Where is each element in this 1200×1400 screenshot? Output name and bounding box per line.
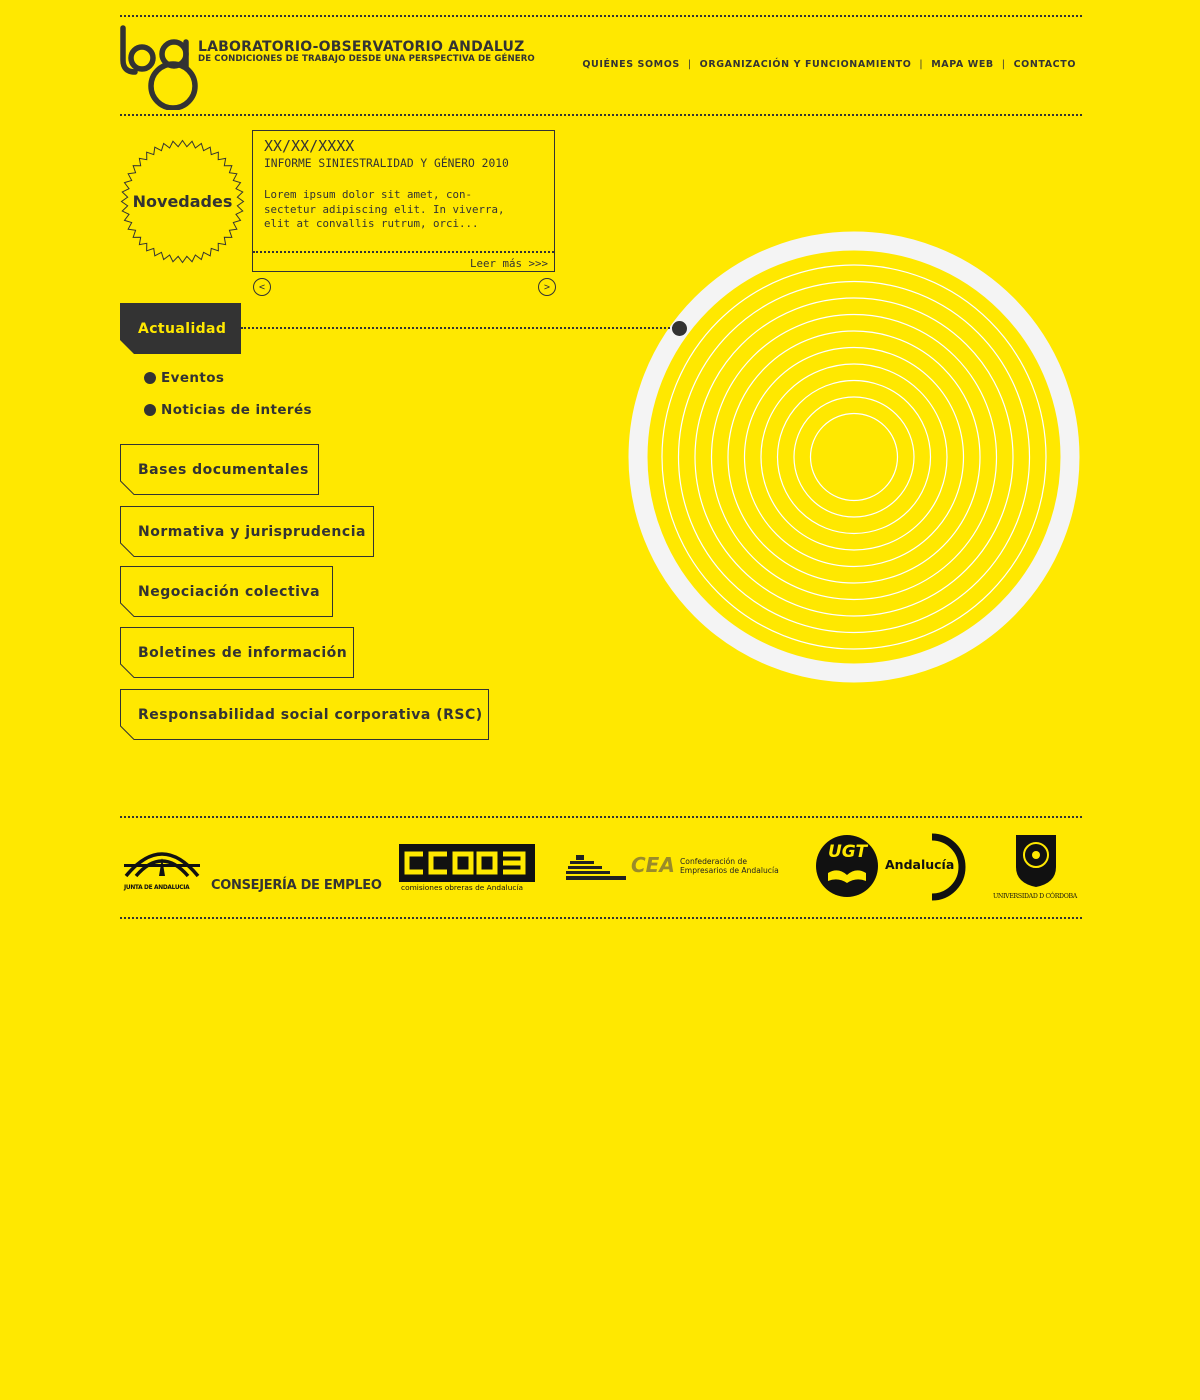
nav-quienes-somos[interactable]: QUIÉNES SOMOS [582, 59, 680, 70]
news-divider [253, 251, 554, 253]
tab-actualidad[interactable]: Actualidad [120, 303, 241, 354]
subitem-label: Noticias de interés [161, 402, 312, 418]
concentric-ring [677, 280, 1031, 634]
read-more-link[interactable]: Leer más >>> [470, 257, 548, 270]
concentric-ring [661, 264, 1047, 650]
site-title: LABORATORIO-OBSERVATORIO ANDALUZ [198, 39, 525, 55]
section-label: Bases documentales [138, 461, 309, 478]
nav-separator: | [919, 59, 924, 70]
universidad-cordoba-shield-icon[interactable] [1012, 831, 1060, 889]
cea-building-icon[interactable] [566, 855, 630, 885]
ccoo-logo[interactable] [399, 844, 535, 882]
next-news-button[interactable]: > [538, 278, 556, 296]
concentric-ring [710, 313, 998, 601]
concentric-ring [793, 396, 915, 518]
section-bases-documentales[interactable]: Bases documentales [120, 444, 319, 495]
universidad-cordoba-caption: UNIVERSIDAD D CÓRDOBA [993, 893, 1077, 900]
nav-mapa-web[interactable]: MAPA WEB [931, 59, 994, 70]
subitem-noticias[interactable]: Noticias de interés [144, 402, 312, 418]
section-rsc[interactable]: Responsabilidad social corporativa (RSC) [120, 689, 489, 740]
section-label: Negociación colectiva [138, 583, 321, 600]
connector-dot [672, 321, 687, 336]
subitem-label: Eventos [161, 370, 225, 386]
nav-separator: | [687, 59, 692, 70]
bullet-icon [144, 372, 156, 384]
top-navigation: QUIÉNES SOMOS | ORGANIZACIÓN Y FUNCIONAM… [582, 59, 1076, 70]
section-label: Responsabilidad social corporativa (RSC) [138, 706, 483, 723]
footer-bottom-divider [120, 917, 1082, 919]
nav-separator: | [1001, 59, 1006, 70]
actualidad-connector-line [241, 327, 677, 329]
header-top-divider [120, 15, 1082, 17]
novedades-badge-label: Novedades [132, 192, 233, 211]
section-normativa[interactable]: Normativa y jurisprudencia [120, 506, 374, 557]
cea-caption: Confederación de Empresarios de Andalucí… [680, 857, 779, 875]
news-card: XX/XX/XXXX INFORME SINIESTRALIDAD Y GÉNE… [252, 130, 555, 272]
junta-andalucia-logo[interactable] [122, 838, 202, 882]
concentric-ring [760, 363, 948, 551]
news-date: XX/XX/XXXX [264, 137, 355, 155]
nav-organizacion[interactable]: ORGANIZACIÓN Y FUNCIONAMIENTO [700, 59, 912, 70]
ccoo-caption: comisiones obreras de Andalucía [401, 883, 524, 892]
prev-news-button[interactable]: < [253, 278, 271, 296]
concentric-ring [694, 297, 1014, 617]
concentric-ring [776, 379, 932, 535]
subitem-eventos[interactable]: Eventos [144, 370, 224, 386]
header-bottom-divider [120, 114, 1082, 116]
concentric-circles-graphic [628, 231, 1080, 683]
footer-top-divider [120, 816, 1082, 818]
section-negociacion-colectiva[interactable]: Negociación colectiva [120, 566, 333, 617]
nav-contacto[interactable]: CONTACTO [1014, 59, 1076, 70]
concentric-ring [727, 330, 981, 584]
section-boletines[interactable]: Boletines de información [120, 627, 354, 678]
ugt-region-label: Andalucía [885, 857, 955, 872]
site-subtitle: DE CONDICIONES DE TRABAJO DESDE UNA PERS… [198, 54, 535, 64]
cea-wordmark: CEA [631, 853, 675, 877]
bullet-icon [144, 404, 156, 416]
section-label: Normativa y jurisprudencia [138, 523, 366, 540]
consejeria-empleo-label[interactable]: CONSEJERÍA DE EMPLEO [211, 878, 382, 893]
section-label: Boletines de información [138, 644, 348, 661]
ugt-wordmark: UGT [828, 842, 868, 862]
junta-andalucia-label: JUNTA DE ANDALUCIA [124, 883, 190, 891]
news-excerpt: Lorem ipsum dolor sit amet, con- sectetu… [264, 188, 505, 230]
log-logo-icon[interactable] [118, 24, 200, 110]
concentric-ring [809, 412, 899, 502]
news-headline[interactable]: INFORME SINIESTRALIDAD Y GÉNERO 2010 [264, 157, 509, 170]
